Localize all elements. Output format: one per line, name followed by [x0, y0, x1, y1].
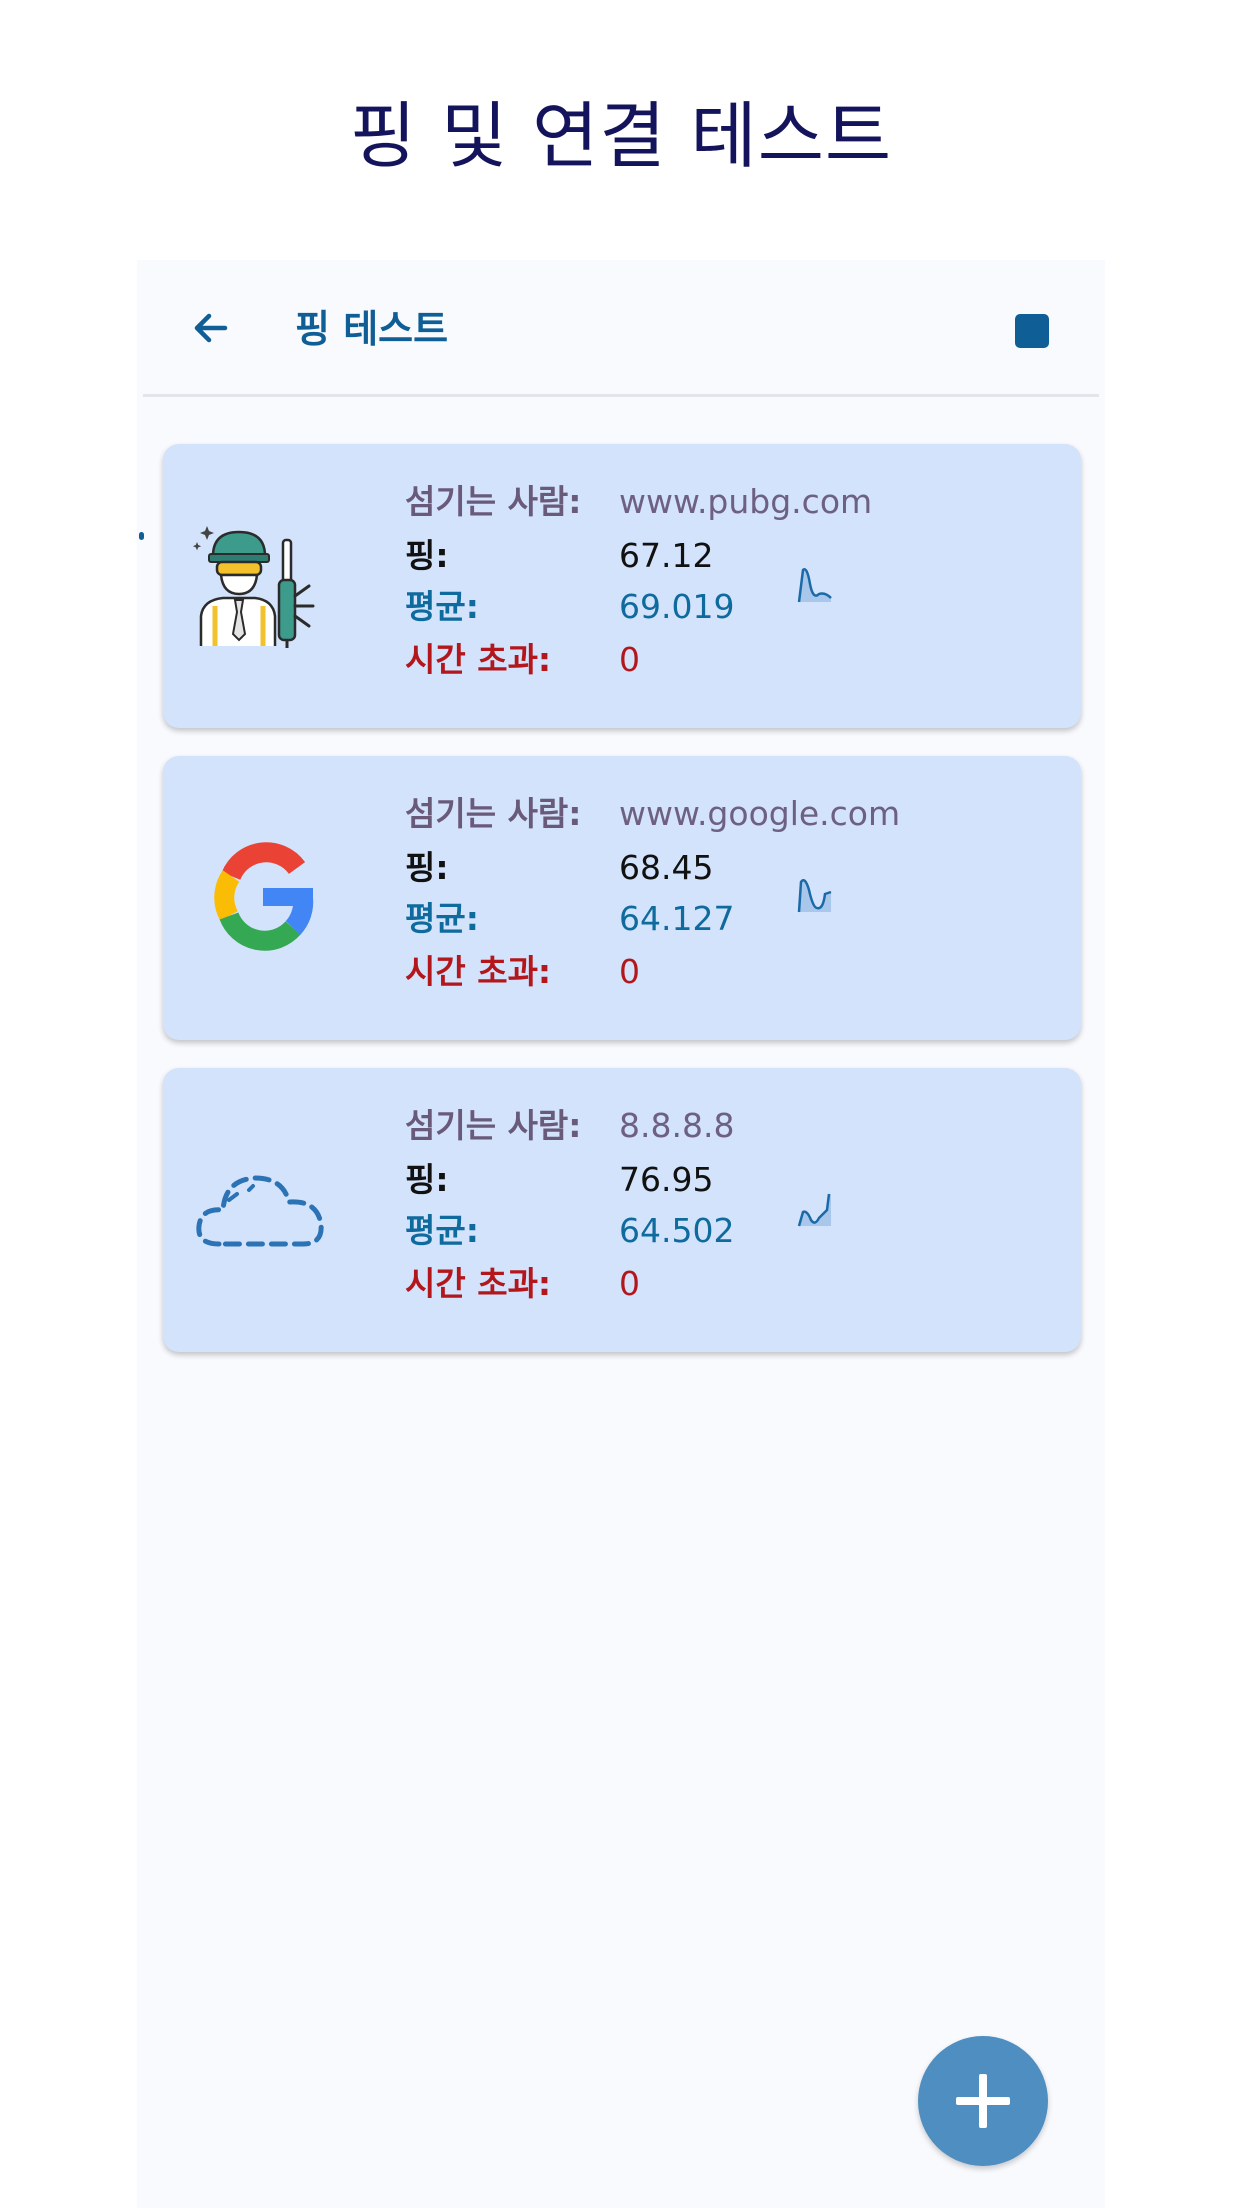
timeout-value: 0 — [619, 952, 640, 991]
ping-value: 67.12 — [619, 536, 714, 575]
average-value: 64.502 — [619, 1211, 735, 1250]
average-label: 평균: — [405, 587, 479, 626]
timeout-label: 시간 초과: — [405, 640, 552, 679]
ping-sparkline-icon — [797, 1193, 831, 1227]
server-label: 섬기는 사람: — [405, 794, 582, 833]
page-title: 핑 및 연결 테스트 — [349, 94, 893, 178]
server-value: www.pubg.com — [619, 482, 873, 521]
app-bar: 핑 테스트 — [143, 260, 1099, 397]
server-value: www.google.com — [619, 794, 901, 833]
timeout-label: 시간 초과: — [405, 1264, 552, 1303]
ping-value: 68.45 — [619, 848, 714, 887]
timeout-value: 0 — [619, 1264, 640, 1303]
ping-card[interactable]: 섬기는 사람: www.pubg.com 핑: 67.12 평균: 69.019… — [163, 444, 1081, 728]
screen-title: 핑 테스트 — [295, 307, 449, 351]
ping-card[interactable]: 섬기는 사람: 8.8.8.8 핑: 76.95 평균: 64.502 시간 초… — [163, 1068, 1081, 1352]
server-label: 섬기는 사람: — [405, 482, 582, 521]
google-logo-icon — [193, 832, 333, 964]
ping-value: 76.95 — [619, 1160, 714, 1199]
ping-sparkline-icon — [797, 568, 832, 603]
timeout-value: 0 — [619, 640, 640, 679]
add-server-button[interactable] — [918, 2036, 1048, 2166]
server-value: 8.8.8.8 — [619, 1106, 735, 1145]
ping-sparkline-icon — [797, 879, 832, 913]
server-label: 섬기는 사람: — [405, 1106, 582, 1145]
cloud-icon — [193, 1144, 333, 1276]
timeout-label: 시간 초과: — [405, 952, 552, 991]
ping-label: 핑: — [405, 848, 449, 887]
average-value: 69.019 — [619, 587, 735, 626]
stop-button[interactable] — [1015, 314, 1049, 348]
ping-card[interactable]: 섬기는 사람: www.google.com 핑: 68.45 평균: 64.1… — [163, 756, 1081, 1040]
average-label: 평균: — [405, 1211, 479, 1250]
ping-label: 핑: — [405, 536, 449, 575]
back-button[interactable] — [183, 300, 239, 356]
app-screen: 핑 테스트 섬기는 사람: www.pubg.com 핑: 67.12 평균: … — [137, 260, 1105, 2208]
arrow-left-icon — [194, 313, 228, 343]
average-label: 평균: — [405, 899, 479, 938]
ping-label: 핑: — [405, 1160, 449, 1199]
average-value: 64.127 — [619, 899, 735, 938]
soldier-icon — [192, 520, 333, 652]
scroll-indicator — [139, 532, 144, 540]
